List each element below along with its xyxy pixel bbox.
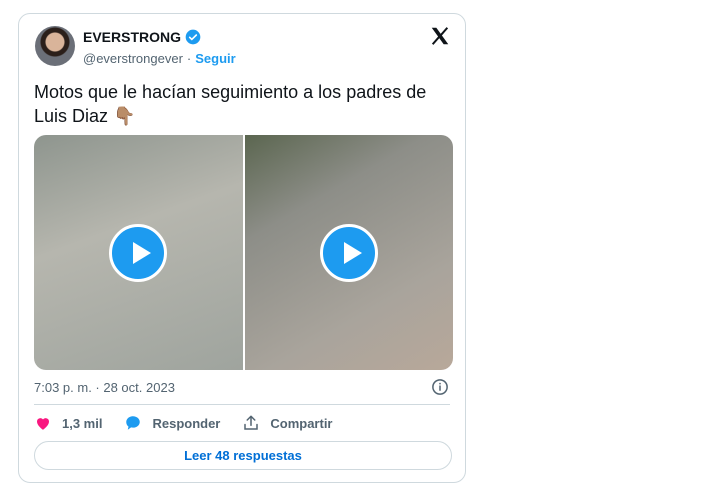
read-replies-button[interactable]: Leer 48 respuestas: [34, 441, 452, 470]
share-icon: [244, 415, 259, 430]
like-count: 1,3 mil: [62, 415, 103, 431]
verified-badge-icon: [185, 29, 201, 45]
video-thumbnail-car[interactable]: [244, 135, 453, 370]
media-grid: [34, 135, 453, 370]
author-display-name[interactable]: EVERSTRONG: [83, 29, 181, 45]
like-button[interactable]: 1,3 mil: [34, 414, 102, 432]
tweet-timestamp[interactable]: 7:03 p. m. · 28 oct. 2023: [34, 380, 175, 395]
share-button[interactable]: Compartir: [242, 414, 333, 432]
play-icon[interactable]: [319, 223, 378, 282]
action-bar: 1,3 mil Responder Compartir: [34, 414, 333, 432]
video-thumbnail-motorcycle[interactable]: [34, 135, 243, 370]
reply-label: Responder: [152, 415, 221, 431]
handle-separator: ·: [186, 51, 192, 66]
avatar[interactable]: [35, 26, 75, 66]
play-icon[interactable]: [109, 223, 168, 282]
reply-button[interactable]: Responder: [124, 414, 220, 432]
heart-icon: [37, 418, 49, 430]
author-handle[interactable]: @everstrongever: [83, 51, 183, 66]
reply-bubble-icon: [126, 416, 141, 430]
author-handle-row: @everstrongever · Seguir: [83, 51, 236, 66]
divider: [34, 404, 450, 405]
info-icon[interactable]: [431, 378, 449, 396]
tweet-card: EVERSTRONG @everstrongever · Seguir Moto…: [18, 13, 466, 483]
follow-button[interactable]: Seguir: [195, 51, 235, 66]
x-logo-icon[interactable]: [429, 25, 451, 47]
author-name-row: EVERSTRONG: [83, 29, 201, 45]
tweet-text: Motos que le hacían seguimiento a los pa…: [34, 82, 427, 126]
share-label: Compartir: [270, 415, 333, 431]
